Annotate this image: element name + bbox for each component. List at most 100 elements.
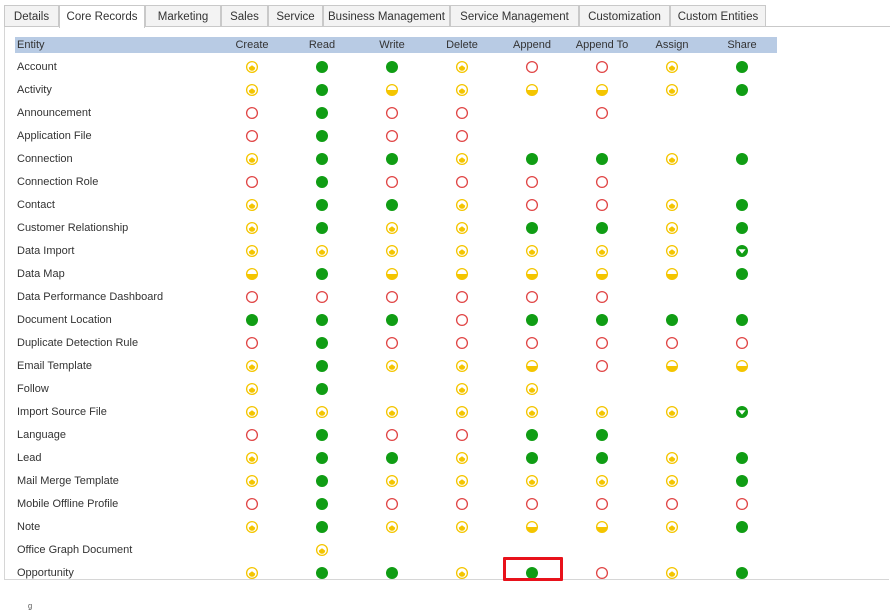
delete-privilege-toggle[interactable] [451,333,473,353]
share-privilege-toggle[interactable] [731,494,753,514]
read-privilege-toggle[interactable] [311,172,333,192]
share-privilege-toggle[interactable] [731,471,753,491]
append-to-privilege-toggle[interactable] [591,264,613,284]
assign-privilege-toggle[interactable] [661,517,683,537]
write-privilege-toggle[interactable] [381,448,403,468]
delete-privilege-toggle[interactable] [451,80,473,100]
append-privilege-toggle[interactable] [521,425,543,445]
create-privilege-toggle[interactable] [241,80,263,100]
append-privilege-toggle[interactable] [521,80,543,100]
write-privilege-toggle[interactable] [381,57,403,77]
delete-privilege-toggle[interactable] [451,425,473,445]
tab-core-records[interactable]: Core Records [59,5,145,28]
write-privilege-toggle[interactable] [381,103,403,123]
read-privilege-toggle[interactable] [311,195,333,215]
share-privilege-toggle[interactable] [731,195,753,215]
share-privilege-toggle[interactable] [731,333,753,353]
create-privilege-toggle[interactable] [241,333,263,353]
append-privilege-toggle[interactable] [521,172,543,192]
append-privilege-toggle[interactable] [521,287,543,307]
create-privilege-toggle[interactable] [241,448,263,468]
append-privilege-toggle[interactable] [521,195,543,215]
append-privilege-toggle[interactable] [521,333,543,353]
delete-privilege-toggle[interactable] [451,241,473,261]
write-privilege-toggle[interactable] [381,264,403,284]
read-privilege-toggle[interactable] [311,149,333,169]
delete-privilege-toggle[interactable] [451,218,473,238]
append-to-privilege-toggle[interactable] [591,287,613,307]
delete-privilege-toggle[interactable] [451,471,473,491]
append-to-privilege-toggle[interactable] [591,356,613,376]
tab-business-management[interactable]: Business Management [323,5,450,27]
delete-privilege-toggle[interactable] [451,448,473,468]
share-privilege-toggle[interactable] [731,264,753,284]
share-privilege-toggle[interactable] [731,149,753,169]
tab-custom-entities[interactable]: Custom Entities [670,5,766,27]
tab-sales[interactable]: Sales [221,5,268,27]
tab-details[interactable]: Details [4,5,59,27]
create-privilege-toggle[interactable] [241,425,263,445]
assign-privilege-toggle[interactable] [661,402,683,422]
append-to-privilege-toggle[interactable] [591,333,613,353]
read-privilege-toggle[interactable] [311,494,333,514]
write-privilege-toggle[interactable] [381,471,403,491]
read-privilege-toggle[interactable] [311,448,333,468]
append-privilege-toggle[interactable] [521,402,543,422]
delete-privilege-toggle[interactable] [451,402,473,422]
append-privilege-toggle[interactable] [521,517,543,537]
create-privilege-toggle[interactable] [241,149,263,169]
create-privilege-toggle[interactable] [241,126,263,146]
share-privilege-toggle[interactable] [731,402,753,422]
append-to-privilege-toggle[interactable] [591,517,613,537]
write-privilege-toggle[interactable] [381,172,403,192]
append-to-privilege-toggle[interactable] [591,218,613,238]
read-privilege-toggle[interactable] [311,80,333,100]
append-to-privilege-toggle[interactable] [591,402,613,422]
write-privilege-toggle[interactable] [381,287,403,307]
assign-privilege-toggle[interactable] [661,264,683,284]
append-privilege-toggle[interactable] [521,563,543,583]
assign-privilege-toggle[interactable] [661,218,683,238]
create-privilege-toggle[interactable] [241,172,263,192]
share-privilege-toggle[interactable] [731,218,753,238]
append-to-privilege-toggle[interactable] [591,448,613,468]
append-privilege-toggle[interactable] [521,379,543,399]
delete-privilege-toggle[interactable] [451,57,473,77]
read-privilege-toggle[interactable] [311,356,333,376]
write-privilege-toggle[interactable] [381,356,403,376]
append-to-privilege-toggle[interactable] [591,425,613,445]
delete-privilege-toggle[interactable] [451,379,473,399]
read-privilege-toggle[interactable] [311,540,333,560]
read-privilege-toggle[interactable] [311,471,333,491]
assign-privilege-toggle[interactable] [661,80,683,100]
share-privilege-toggle[interactable] [731,563,753,583]
append-privilege-toggle[interactable] [521,57,543,77]
assign-privilege-toggle[interactable] [661,333,683,353]
read-privilege-toggle[interactable] [311,379,333,399]
delete-privilege-toggle[interactable] [451,563,473,583]
append-to-privilege-toggle[interactable] [591,57,613,77]
append-to-privilege-toggle[interactable] [591,310,613,330]
assign-privilege-toggle[interactable] [661,310,683,330]
assign-privilege-toggle[interactable] [661,448,683,468]
read-privilege-toggle[interactable] [311,563,333,583]
write-privilege-toggle[interactable] [381,494,403,514]
create-privilege-toggle[interactable] [241,379,263,399]
write-privilege-toggle[interactable] [381,333,403,353]
share-privilege-toggle[interactable] [731,241,753,261]
append-to-privilege-toggle[interactable] [591,80,613,100]
share-privilege-toggle[interactable] [731,57,753,77]
assign-privilege-toggle[interactable] [661,471,683,491]
tab-customization[interactable]: Customization [579,5,670,27]
read-privilege-toggle[interactable] [311,103,333,123]
write-privilege-toggle[interactable] [381,517,403,537]
append-privilege-toggle[interactable] [521,149,543,169]
append-to-privilege-toggle[interactable] [591,195,613,215]
assign-privilege-toggle[interactable] [661,149,683,169]
write-privilege-toggle[interactable] [381,310,403,330]
tab-service-management[interactable]: Service Management [450,5,579,27]
read-privilege-toggle[interactable] [311,57,333,77]
append-privilege-toggle[interactable] [521,356,543,376]
delete-privilege-toggle[interactable] [451,264,473,284]
write-privilege-toggle[interactable] [381,425,403,445]
